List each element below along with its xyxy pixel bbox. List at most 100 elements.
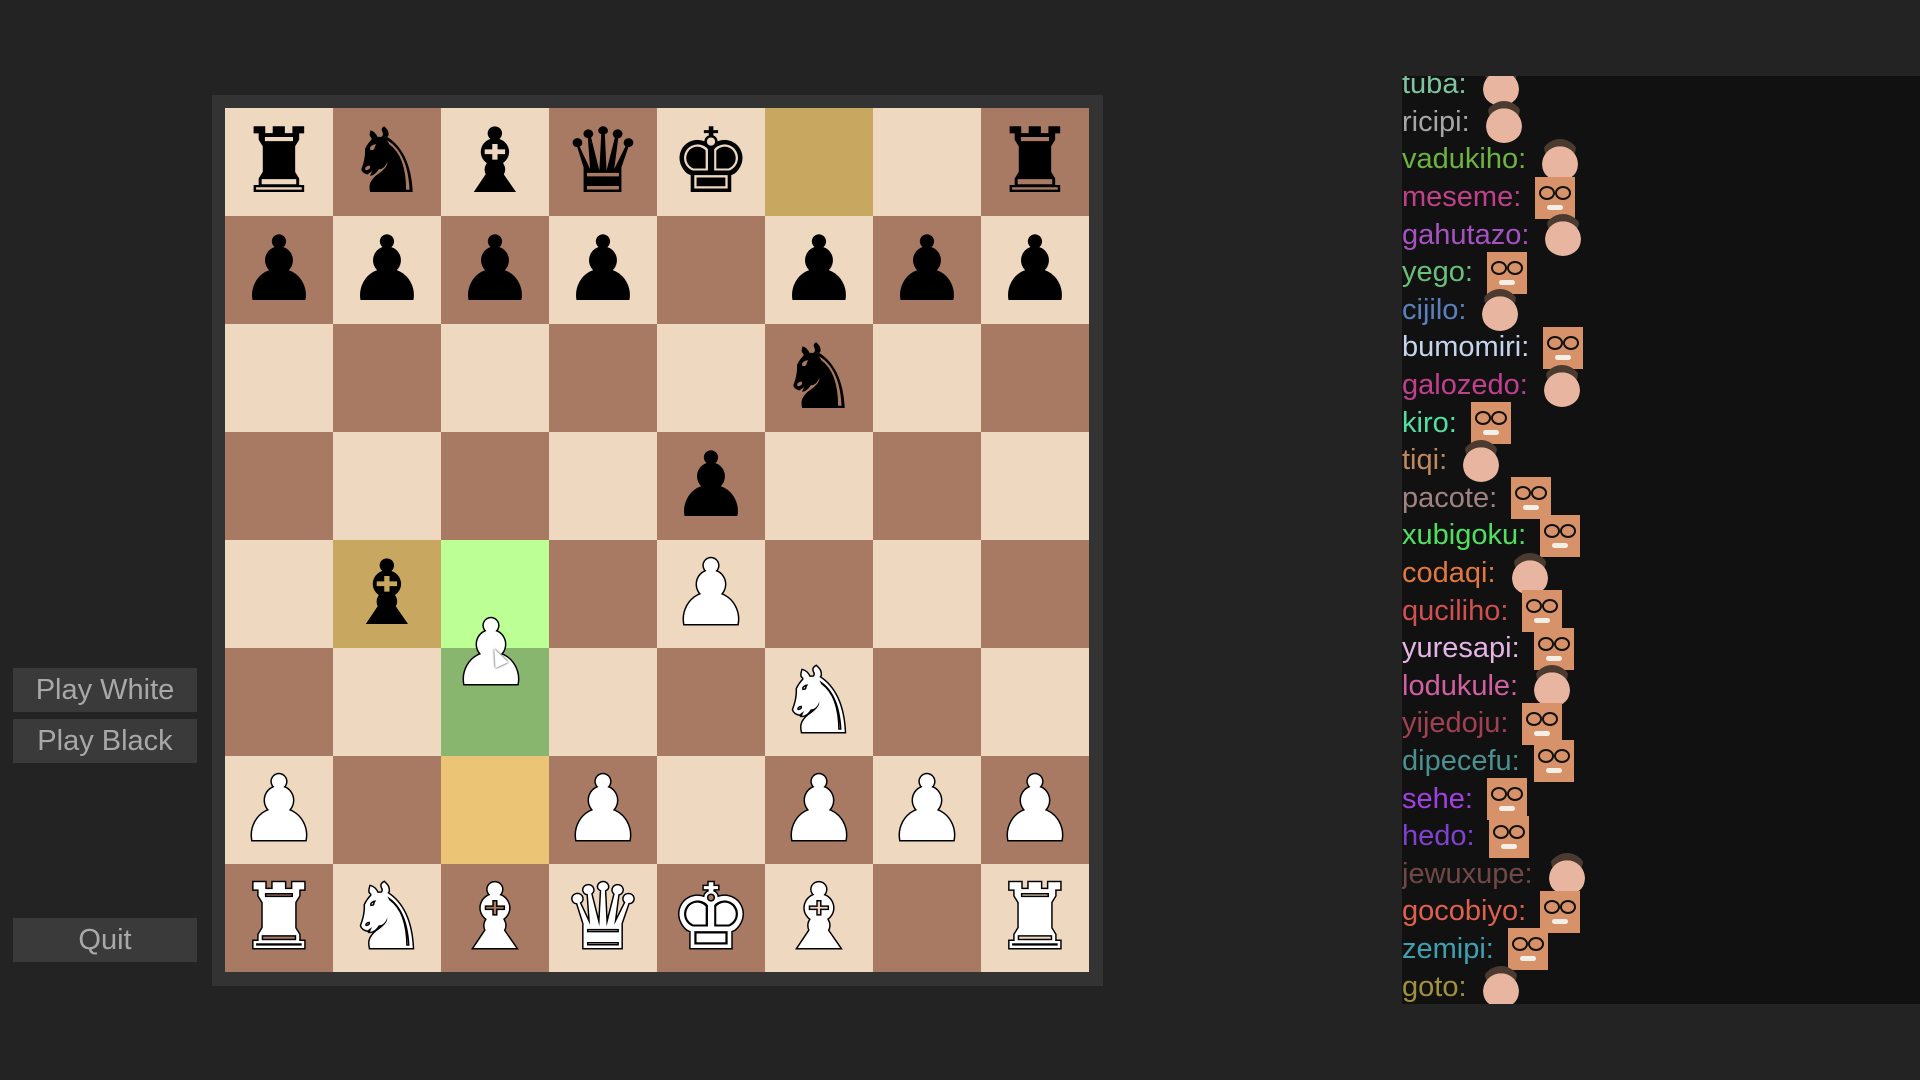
- white-pawn-icon[interactable]: ♟: [993, 763, 1077, 856]
- chat-username: gocobiyo:: [1402, 895, 1527, 928]
- square-b5[interactable]: [333, 432, 441, 540]
- square-c6[interactable]: [441, 324, 549, 432]
- white-rook-icon[interactable]: ♜: [993, 871, 1077, 964]
- square-f6[interactable]: ♞: [765, 324, 873, 432]
- square-h4[interactable]: [981, 540, 1089, 648]
- square-h2[interactable]: ♟: [981, 756, 1089, 864]
- black-pawn-icon[interactable]: ♟: [455, 225, 536, 315]
- square-f4[interactable]: [765, 540, 873, 648]
- square-g6[interactable]: [873, 324, 981, 432]
- square-a5[interactable]: [225, 432, 333, 540]
- black-king-icon[interactable]: ♚: [671, 117, 752, 207]
- square-e6[interactable]: [657, 324, 765, 432]
- square-c7[interactable]: ♟: [441, 216, 549, 324]
- black-rook-icon[interactable]: ♜: [239, 117, 320, 207]
- square-f3[interactable]: ♞: [765, 648, 873, 756]
- square-g4[interactable]: [873, 540, 981, 648]
- square-c8[interactable]: ♝: [441, 108, 549, 216]
- square-h3[interactable]: [981, 648, 1089, 756]
- square-d7[interactable]: ♟: [549, 216, 657, 324]
- chat-username: gahutazo:: [1402, 218, 1530, 251]
- square-a7[interactable]: ♟: [225, 216, 333, 324]
- black-pawn-icon[interactable]: ♟: [671, 441, 752, 531]
- black-knight-icon[interactable]: ♞: [347, 117, 428, 207]
- square-b6[interactable]: [333, 324, 441, 432]
- chess-board[interactable]: ♜ ♞ ♝ ♛ ♚ ♜ ♟ ♟ ♟ ♟ ♟ ♟ ♟ ♞ ♟ ♝ ♟ ♞ ♟ ♟ ♟ ♟ ♟ ♜ ♞ ♝ ♛ ♚ ♝ ♜: [225, 108, 1089, 972]
- white-king-icon[interactable]: ♚: [669, 871, 753, 964]
- square-g5[interactable]: [873, 432, 981, 540]
- square-b7[interactable]: ♟: [333, 216, 441, 324]
- white-pawn-icon[interactable]: ♟: [669, 547, 753, 640]
- square-b3[interactable]: [333, 648, 441, 756]
- square-c1[interactable]: ♝: [441, 864, 549, 972]
- square-e7[interactable]: [657, 216, 765, 324]
- square-b1[interactable]: ♞: [333, 864, 441, 972]
- white-bishop-icon[interactable]: ♝: [777, 871, 861, 964]
- quit-button[interactable]: Quit: [13, 918, 197, 962]
- black-pawn-icon[interactable]: ♟: [995, 225, 1076, 315]
- black-bishop-icon[interactable]: ♝: [455, 117, 536, 207]
- square-h6[interactable]: [981, 324, 1089, 432]
- black-pawn-icon[interactable]: ♟: [779, 225, 860, 315]
- square-d6[interactable]: [549, 324, 657, 432]
- white-bishop-icon[interactable]: ♝: [453, 871, 537, 964]
- white-pawn-icon[interactable]: ♟: [885, 763, 969, 856]
- white-pawn-icon[interactable]: ♟: [561, 763, 645, 856]
- square-c5[interactable]: [441, 432, 549, 540]
- square-d1[interactable]: ♛: [549, 864, 657, 972]
- square-a6[interactable]: [225, 324, 333, 432]
- square-h8[interactable]: ♜: [981, 108, 1089, 216]
- square-h1[interactable]: ♜: [981, 864, 1089, 972]
- square-f7[interactable]: ♟: [765, 216, 873, 324]
- square-b4[interactable]: ♝: [333, 540, 441, 648]
- man-face-emote-icon: [1509, 552, 1550, 595]
- square-f2[interactable]: ♟: [765, 756, 873, 864]
- black-pawn-icon[interactable]: ♟: [347, 225, 428, 315]
- black-pawn-icon[interactable]: ♟: [887, 225, 968, 315]
- white-rook-icon[interactable]: ♜: [237, 871, 321, 964]
- square-d8[interactable]: ♛: [549, 108, 657, 216]
- square-d4[interactable]: [549, 540, 657, 648]
- square-e8[interactable]: ♚: [657, 108, 765, 216]
- square-f1[interactable]: ♝: [765, 864, 873, 972]
- square-d2[interactable]: ♟: [549, 756, 657, 864]
- black-pawn-icon[interactable]: ♟: [239, 225, 320, 315]
- square-g1[interactable]: [873, 864, 981, 972]
- square-a8[interactable]: ♜: [225, 108, 333, 216]
- square-h5[interactable]: [981, 432, 1089, 540]
- white-queen-icon[interactable]: ♛: [561, 871, 645, 964]
- square-c2[interactable]: [441, 756, 549, 864]
- black-queen-icon[interactable]: ♛: [563, 117, 644, 207]
- black-pawn-icon[interactable]: ♟: [563, 225, 644, 315]
- square-e5[interactable]: ♟: [657, 432, 765, 540]
- square-g7[interactable]: ♟: [873, 216, 981, 324]
- play-white-button[interactable]: Play White: [13, 668, 197, 712]
- square-g3[interactable]: [873, 648, 981, 756]
- square-e3[interactable]: [657, 648, 765, 756]
- white-knight-icon[interactable]: ♞: [777, 655, 861, 748]
- square-e4[interactable]: ♟: [657, 540, 765, 648]
- square-a1[interactable]: ♜: [225, 864, 333, 972]
- square-e2[interactable]: [657, 756, 765, 864]
- play-black-button[interactable]: Play Black: [13, 719, 197, 763]
- white-knight-icon[interactable]: ♞: [345, 871, 429, 964]
- square-g8[interactable]: [873, 108, 981, 216]
- square-b8[interactable]: ♞: [333, 108, 441, 216]
- square-a2[interactable]: ♟: [225, 756, 333, 864]
- square-f5[interactable]: [765, 432, 873, 540]
- square-e1[interactable]: ♚: [657, 864, 765, 972]
- square-a3[interactable]: [225, 648, 333, 756]
- white-pawn-icon[interactable]: ♟: [237, 763, 321, 856]
- square-a4[interactable]: [225, 540, 333, 648]
- square-d5[interactable]: [549, 432, 657, 540]
- black-rook-icon[interactable]: ♜: [995, 117, 1076, 207]
- square-d3[interactable]: [549, 648, 657, 756]
- square-f8[interactable]: [765, 108, 873, 216]
- square-g2[interactable]: ♟: [873, 756, 981, 864]
- chat-username: bumomiri:: [1402, 331, 1530, 364]
- square-b2[interactable]: [333, 756, 441, 864]
- black-knight-icon[interactable]: ♞: [779, 333, 860, 423]
- white-pawn-icon[interactable]: ♟: [777, 763, 861, 856]
- square-h7[interactable]: ♟: [981, 216, 1089, 324]
- black-bishop-icon[interactable]: ♝: [347, 549, 428, 639]
